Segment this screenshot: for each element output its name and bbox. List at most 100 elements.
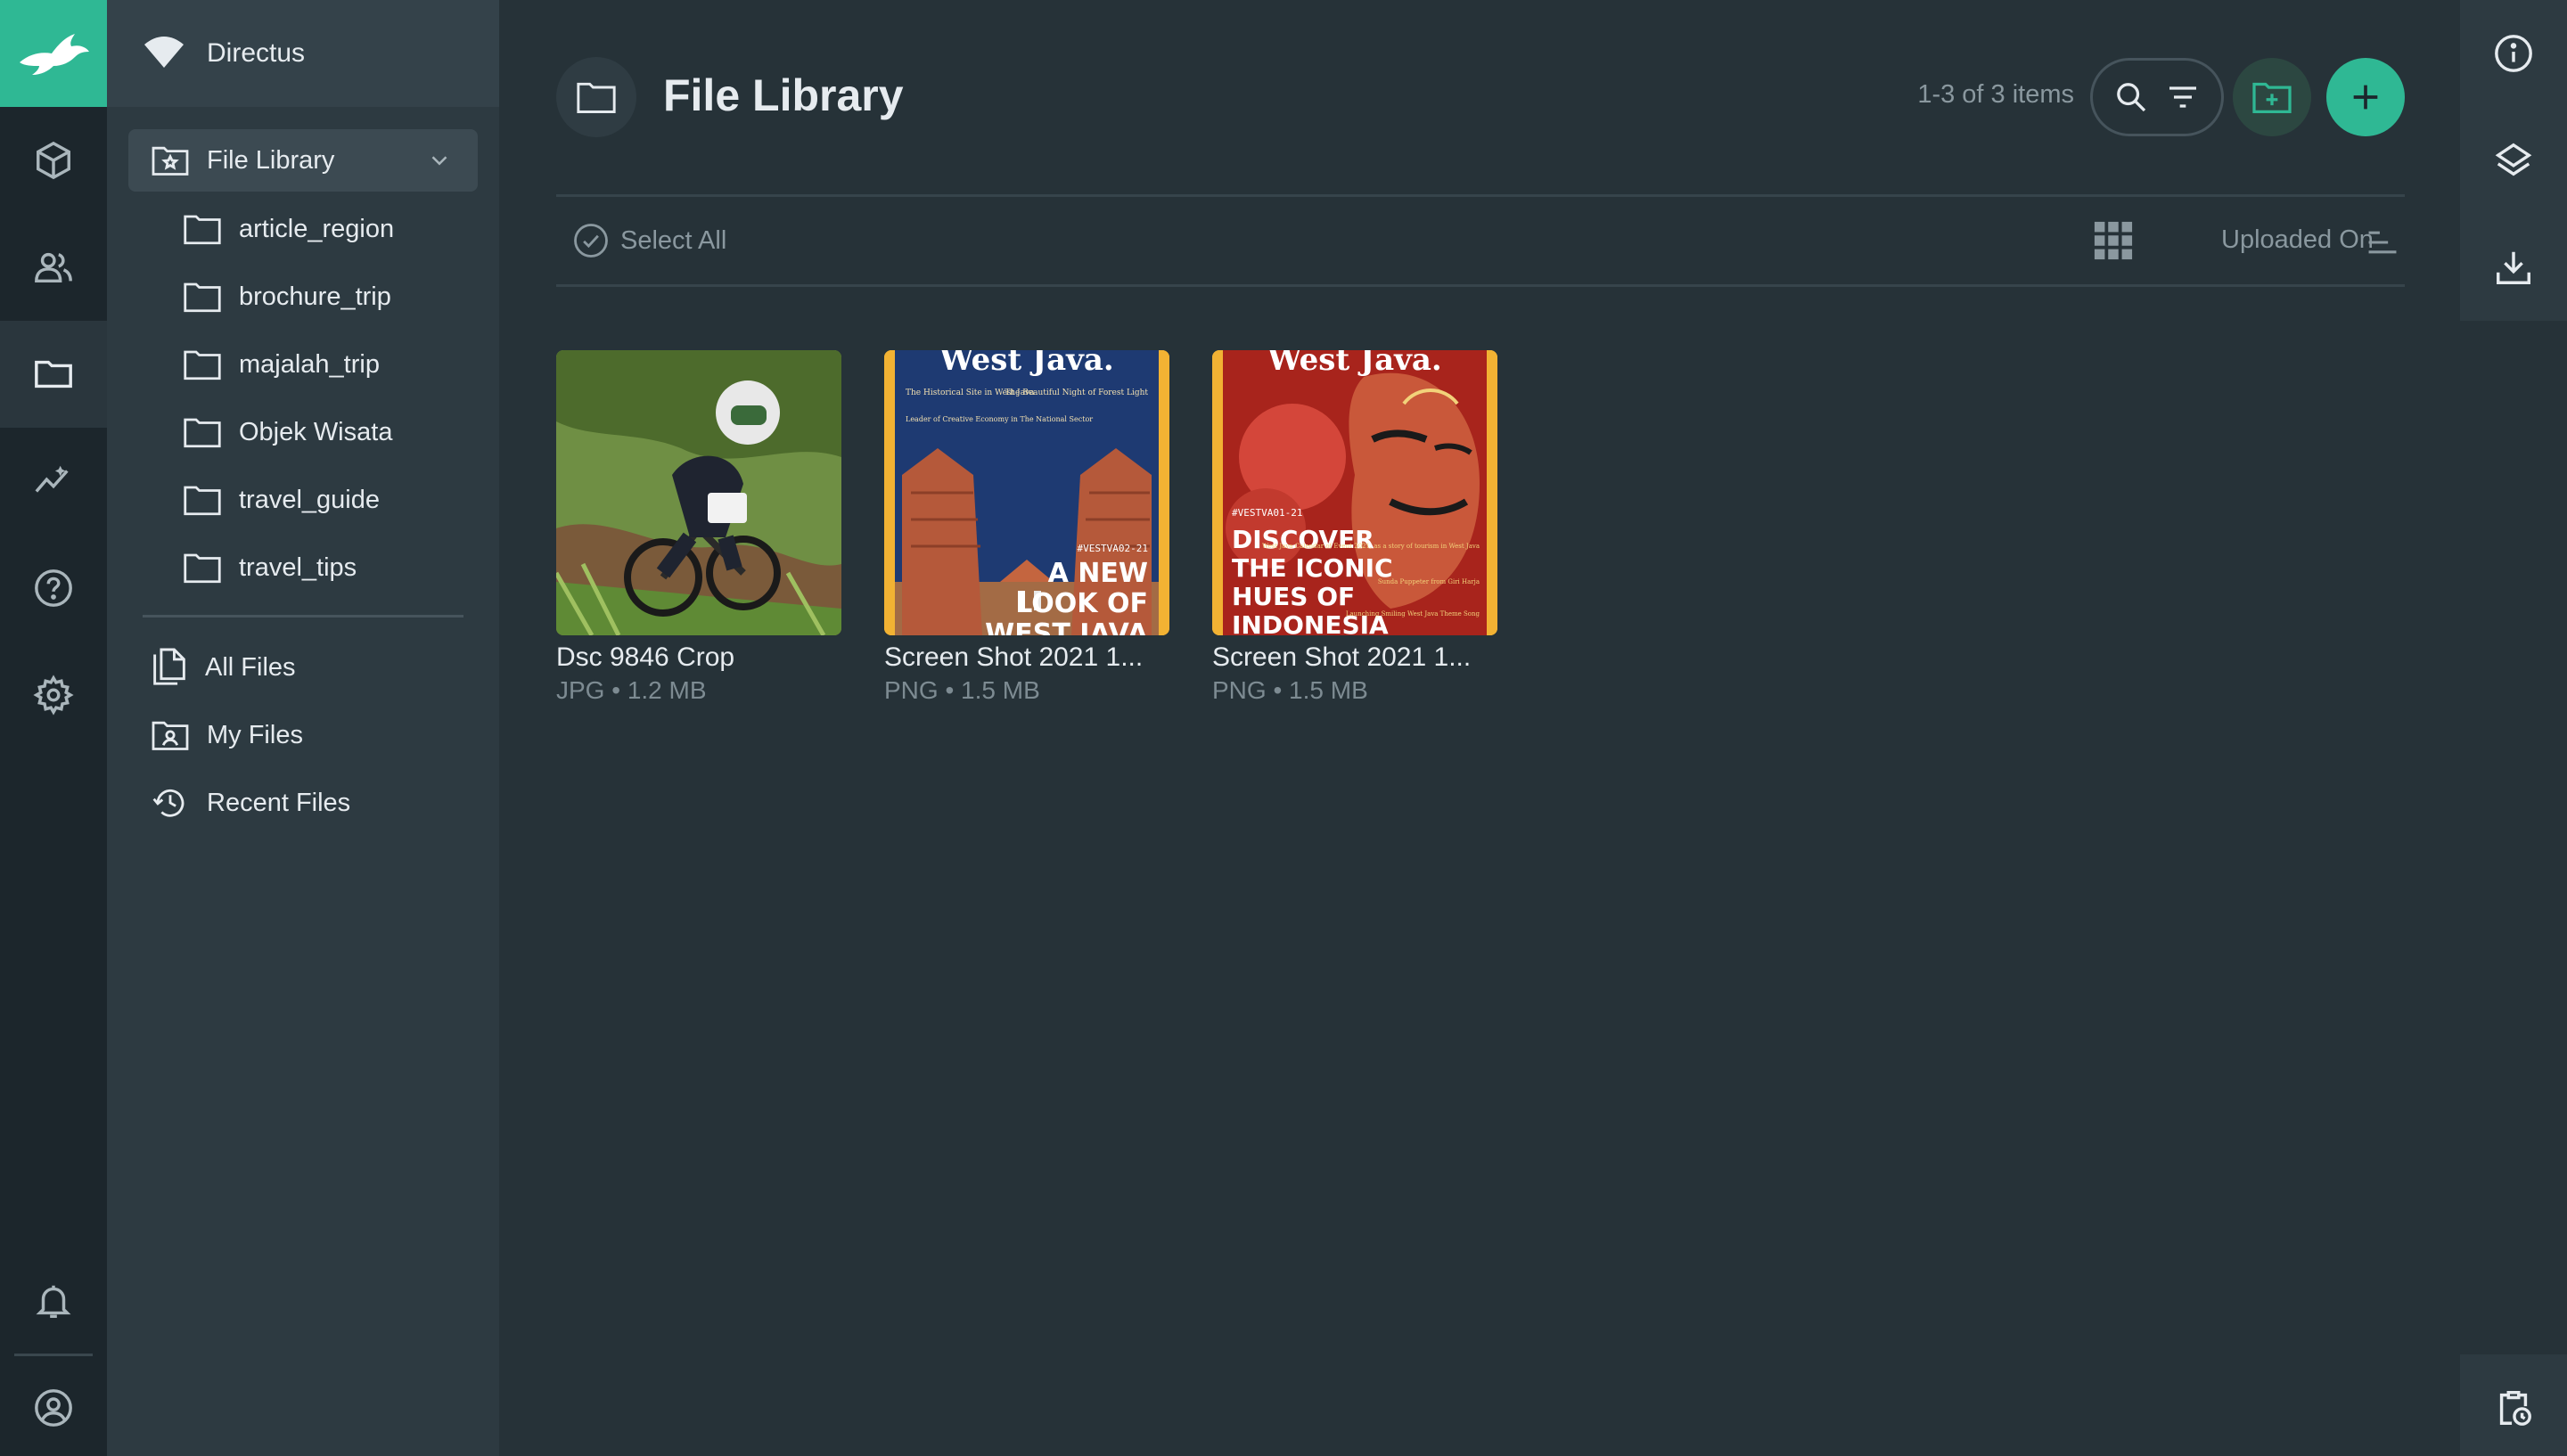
file-card[interactable]: West Java. The Historical Site in West J… [884, 350, 1169, 705]
file-title: Screen Shot 2021 1... [1212, 642, 1472, 672]
folder-user-icon [152, 721, 189, 750]
file-thumbnail[interactable]: West Java. #VESTVA01-21 DISCOVER THE ICO… [1212, 350, 1497, 635]
file-meta: PNG • 1.5 MB [1212, 676, 1368, 704]
account-circle-icon [35, 1389, 72, 1427]
cover-blurb: West Java Calendar of Event 2021, as a s… [1262, 543, 1480, 550]
nav-item-label: travel_tips [239, 552, 357, 582]
cover-tag: #VESTVA02-21 [1078, 543, 1148, 554]
folder-icon [577, 82, 616, 113]
file-title: Screen Shot 2021 1... [884, 642, 1144, 672]
docs-module-button[interactable] [0, 535, 107, 642]
settings-module-button[interactable] [0, 642, 107, 748]
sort-field-selector[interactable]: Uploaded On [2221, 225, 2374, 255]
nav-item-all-files[interactable]: All Files [128, 636, 478, 699]
check-circle-icon [574, 224, 608, 258]
cover-headline-line: LOOK OF [1015, 588, 1148, 619]
folder-icon [184, 215, 221, 245]
nav-divider [143, 615, 463, 618]
filter-icon[interactable] [2165, 79, 2201, 115]
nav-item-label: My Files [207, 720, 303, 749]
nav-item-label: majalah_trip [239, 349, 380, 379]
search-icon[interactable] [2113, 79, 2149, 115]
folder-icon [184, 553, 221, 584]
mountain-bike-photo-icon [556, 350, 841, 635]
nav-item-label: travel_guide [239, 485, 380, 514]
info-icon [2495, 35, 2532, 72]
cover-headline-line: A NEW [1048, 558, 1148, 589]
nav-item-label: Objek Wisata [239, 417, 393, 446]
file-meta: JPG • 1.2 MB [556, 676, 707, 704]
file-title: Dsc 9846 Crop [556, 642, 735, 672]
file-card[interactable]: West Java. #VESTVA01-21 DISCOVER THE ICO… [1212, 350, 1497, 705]
directus-logo[interactable] [0, 0, 107, 107]
user-profile-button[interactable] [0, 1354, 107, 1456]
notifications-button[interactable] [0, 1247, 107, 1354]
export-button[interactable] [2460, 214, 2567, 321]
wifi-project-icon [144, 37, 184, 68]
nav-item-majalah-trip[interactable]: majalah_trip [128, 333, 478, 396]
upload-file-button[interactable] [2326, 58, 2405, 136]
files-copy-icon [153, 648, 185, 685]
cover-masthead: West Java. [1267, 350, 1441, 378]
content-module-button[interactable] [0, 107, 107, 214]
create-folder-button[interactable] [2233, 58, 2311, 136]
insights-module-button[interactable] [0, 428, 107, 535]
folder-special-icon [152, 146, 189, 176]
nav-item-article-region[interactable]: article_region [128, 198, 478, 260]
sidebar-footer [2460, 1354, 2567, 1456]
module-bar [0, 0, 107, 1456]
bell-icon [36, 1285, 71, 1318]
download-icon [2497, 251, 2530, 284]
nav-item-file-library[interactable]: File Library [128, 129, 478, 192]
users-module-button[interactable] [0, 214, 107, 321]
folder-icon [184, 282, 221, 313]
file-card[interactable]: Dsc 9846 Crop JPG • 1.2 MB [556, 350, 841, 705]
select-all-button[interactable]: Select All [572, 222, 726, 259]
search-filter-group[interactable] [2090, 58, 2224, 136]
cover-headline-line: THE ICONIC [1232, 553, 1393, 583]
right-sidebar [2460, 0, 2567, 1456]
activity-button[interactable] [2460, 1354, 2567, 1456]
magazine-cover-icon: West Java. The Historical Site in West J… [884, 350, 1169, 635]
nav-item-recent-files[interactable]: Recent Files [128, 772, 478, 834]
cover-blurb: The Beautiful Night of Forest Light [1005, 389, 1148, 397]
cover-blurb: Leader of Creative Economy in The Nation… [906, 415, 1093, 423]
nav-item-travel-tips[interactable]: travel_tips [128, 536, 478, 599]
gear-icon [33, 675, 74, 716]
cover-blurb: Sunda Puppeter from Giri Harja [1378, 578, 1480, 585]
clipboard-clock-icon [2499, 1391, 2531, 1426]
users-icon [35, 252, 72, 283]
info-button[interactable] [2460, 0, 2567, 107]
nav-item-travel-guide[interactable]: travel_guide [128, 469, 478, 531]
file-thumbnail[interactable] [556, 350, 841, 635]
files-module-button[interactable] [0, 321, 107, 428]
folder-icon [35, 360, 72, 389]
page-icon [556, 57, 636, 137]
insights-icon [35, 465, 69, 493]
nav-item-label: File Library [207, 145, 335, 175]
main-content: File Library 1-3 of 3 items Select All U… [499, 0, 2460, 1456]
history-icon [152, 789, 185, 817]
nav-item-objek-wisata[interactable]: Objek Wisata [128, 401, 478, 463]
nav-item-label: article_region [239, 214, 395, 243]
layout-toolbar: Select All Uploaded On [556, 194, 2405, 287]
folder-add-icon [2252, 82, 2292, 113]
magazine-cover-icon: West Java. #VESTVA01-21 DISCOVER THE ICO… [1212, 350, 1497, 635]
sort-direction-icon[interactable] [2366, 227, 2399, 258]
cube-icon [37, 141, 70, 180]
navigation-panel: Directus File Library article_region bro… [107, 0, 499, 1456]
chevron-down-icon[interactable] [426, 147, 453, 174]
nav-item-label: brochure_trip [239, 282, 391, 311]
file-thumbnail[interactable]: West Java. The Historical Site in West J… [884, 350, 1169, 635]
nav-item-my-files[interactable]: My Files [128, 704, 478, 766]
grid-view-icon[interactable] [2093, 220, 2134, 261]
sidebar-actions [2460, 0, 2567, 321]
select-all-label: Select All [620, 225, 727, 255]
cover-tag: #VESTVA01-21 [1232, 507, 1302, 519]
nav-item-brochure-trip[interactable]: brochure_trip [128, 266, 478, 328]
nav-item-label: All Files [205, 652, 296, 682]
rabbit-logo-icon [20, 34, 89, 75]
project-header[interactable]: Directus [107, 0, 499, 107]
layout-options-button[interactable] [2460, 107, 2567, 214]
file-meta: PNG • 1.5 MB [884, 676, 1040, 704]
